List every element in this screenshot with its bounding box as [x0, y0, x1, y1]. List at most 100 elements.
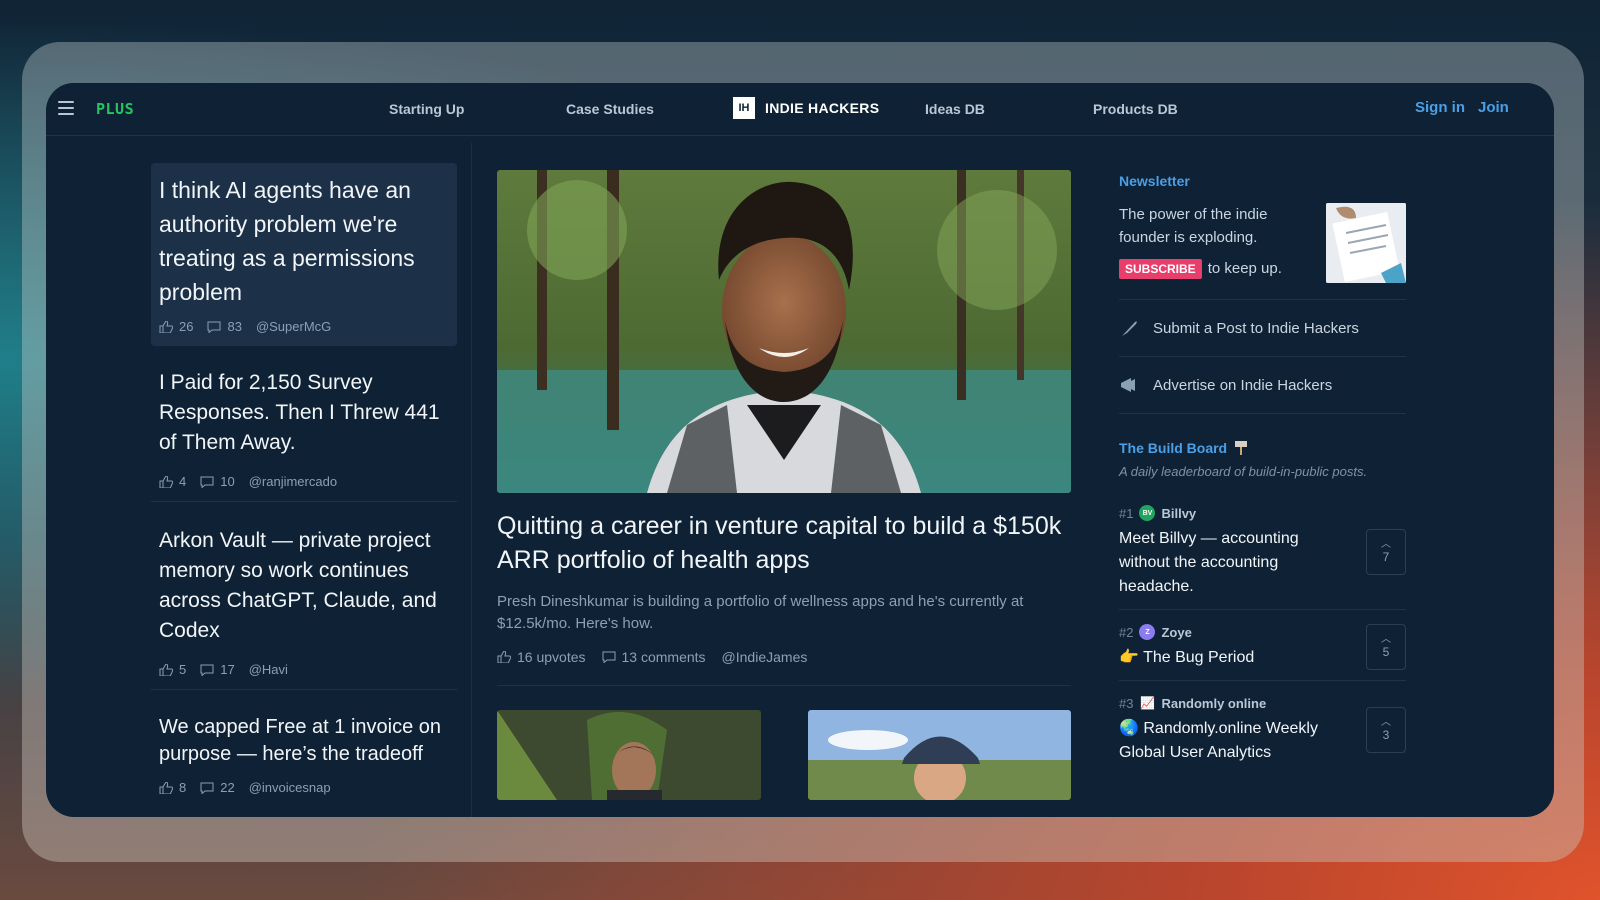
post-meta: 5 17 @Havi	[159, 662, 449, 677]
advertise-label: Advertise on Indie Hackers	[1153, 376, 1333, 394]
leaderboard-item[interactable]: #3 📈 Randomly online 🌏 Randomly.online W…	[1119, 681, 1406, 775]
story-thumbnail[interactable]	[497, 710, 761, 800]
thumbs-up-icon	[159, 475, 173, 488]
upvote-button[interactable]: ︿ 5	[1366, 624, 1406, 670]
sign-in-link[interactable]: Sign in	[1415, 99, 1465, 116]
vote-count: 3	[1382, 728, 1390, 742]
post-title[interactable]: We capped Free at 1 invoice on purpose —…	[159, 714, 449, 768]
comments[interactable]: 22	[200, 780, 235, 795]
product-name[interactable]: Randomly online	[1161, 696, 1266, 711]
likes-count: 8	[179, 780, 187, 795]
signpost-icon	[1235, 441, 1248, 455]
chevron-up-icon: ︿	[1381, 717, 1391, 728]
indie-hackers-logo[interactable]: IH INDIE HACKERS	[733, 97, 879, 119]
featured-author[interactable]: @IndieJames	[722, 649, 808, 665]
post-author[interactable]: @invoicesnap	[249, 780, 331, 795]
product-name[interactable]: Billvy	[1161, 506, 1196, 521]
story-thumbnail[interactable]	[807, 710, 1071, 800]
leaderboard-title[interactable]: Meet Billvy — accounting without the acc…	[1119, 527, 1349, 599]
post-list: I think AI agents have an authority prob…	[151, 163, 457, 807]
post-author[interactable]: @SuperMcG	[256, 319, 331, 334]
featured-title[interactable]: Quitting a career in venture capital to …	[497, 509, 1071, 577]
submit-post-label: Submit a Post to Indie Hackers	[1153, 319, 1359, 337]
leaderboard-header: #3 📈 Randomly online	[1119, 695, 1349, 711]
likes[interactable]: 26	[159, 319, 193, 334]
newsletter-image	[1326, 203, 1406, 283]
likes[interactable]: 5	[159, 662, 186, 677]
newsletter-text: The power of the indie founder is explod…	[1119, 206, 1268, 246]
menu-icon[interactable]	[58, 101, 74, 115]
comment-icon	[200, 664, 214, 676]
chevron-up-icon: ︿	[1381, 634, 1391, 645]
build-board-heading[interactable]: The Build Board	[1119, 440, 1227, 456]
avatar: BV	[1139, 505, 1156, 521]
upvotes-label: 16 upvotes	[517, 649, 586, 665]
post-meta: 8 22 @invoicesnap	[159, 780, 449, 795]
hero-image[interactable]	[497, 170, 1071, 493]
nav-case-studies[interactable]: Case Studies	[566, 101, 654, 117]
thumbs-up-icon	[159, 663, 173, 676]
comments-count: 83	[227, 319, 242, 334]
subscribe-button[interactable]: SUBSCRIBE	[1119, 258, 1202, 279]
leaderboard-title[interactable]: 🌏 Randomly.online Weekly Global User Ana…	[1119, 717, 1349, 765]
newsletter-heading[interactable]: Newsletter	[1119, 173, 1406, 189]
leaderboard-header: #1 BV Billvy	[1119, 505, 1349, 521]
avatar: 📈	[1139, 696, 1155, 710]
avatar: Z	[1139, 624, 1156, 640]
likes-count: 5	[179, 662, 187, 677]
rank: #3	[1119, 695, 1134, 711]
subscribe-suffix: to keep up.	[1207, 260, 1282, 277]
comment-icon	[207, 321, 221, 333]
likes-count: 4	[179, 474, 187, 489]
comments[interactable]: 17	[200, 662, 235, 677]
likes[interactable]: 8	[159, 780, 186, 795]
leaderboard-item[interactable]: #1 BV Billvy Meet Billvy — accounting wi…	[1119, 491, 1406, 610]
nav-ideas-db[interactable]: Ideas DB	[925, 101, 985, 117]
leaderboard-header: #2 Z Zoye	[1119, 624, 1349, 640]
list-item[interactable]: I Paid for 2,150 Survey Responses. Then …	[151, 358, 457, 502]
product-name[interactable]: Zoye	[1161, 625, 1191, 640]
top-nav: PLUS Starting Up Case Studies IH INDIE H…	[46, 83, 1554, 136]
nav-starting-up[interactable]: Starting Up	[389, 101, 464, 117]
portrait-photo	[497, 170, 1071, 493]
join-link[interactable]: Join	[1478, 99, 1509, 116]
list-item[interactable]: I think AI agents have an authority prob…	[151, 163, 457, 346]
ih-logo-icon: IH	[733, 97, 755, 119]
thumbnail-row	[497, 710, 1071, 800]
upvote-button[interactable]: ︿ 7	[1366, 529, 1406, 575]
likes-count: 26	[179, 319, 194, 334]
comment-icon	[200, 476, 214, 488]
plus-link[interactable]: PLUS	[96, 100, 134, 118]
post-title[interactable]: Arkon Vault — private project memory so …	[159, 526, 449, 646]
list-item[interactable]: We capped Free at 1 invoice on purpose —…	[151, 704, 457, 807]
chevron-up-icon: ︿	[1381, 539, 1391, 550]
post-title[interactable]: I Paid for 2,150 Survey Responses. Then …	[159, 368, 449, 458]
brand-name: INDIE HACKERS	[765, 100, 880, 116]
upvotes[interactable]: 16 upvotes	[497, 649, 586, 665]
featured-meta: 16 upvotes 13 comments @IndieJames	[497, 649, 1071, 686]
comments[interactable]: 83	[207, 319, 242, 334]
comments-count: 17	[220, 662, 235, 677]
leaderboard-title[interactable]: 👉 The Bug Period	[1119, 646, 1349, 670]
newsletter-thumbnail[interactable]	[1326, 203, 1406, 283]
comments[interactable]: 10	[200, 474, 235, 489]
advertise-link[interactable]: Advertise on Indie Hackers	[1119, 356, 1406, 413]
thumbs-up-icon	[159, 320, 173, 333]
list-item[interactable]: Arkon Vault — private project memory so …	[151, 516, 457, 690]
post-author[interactable]: @Havi	[249, 662, 288, 677]
comment-icon	[200, 782, 214, 794]
leaderboard-item[interactable]: #2 Z Zoye 👉 The Bug Period ︿ 5	[1119, 610, 1406, 681]
post-author[interactable]: @ranjimercado	[249, 474, 337, 489]
newsletter-box: The power of the indie founder is explod…	[1119, 203, 1406, 283]
upvote-button[interactable]: ︿ 3	[1366, 707, 1406, 753]
vote-count: 7	[1382, 550, 1390, 564]
post-title[interactable]: I think AI agents have an authority prob…	[159, 173, 449, 309]
submit-post-link[interactable]: Submit a Post to Indie Hackers	[1119, 299, 1406, 356]
vote-count: 5	[1382, 645, 1390, 659]
nav-products-db[interactable]: Products DB	[1093, 101, 1178, 117]
likes[interactable]: 4	[159, 474, 186, 489]
thumbnail-photo	[497, 710, 761, 800]
comments[interactable]: 13 comments	[602, 649, 706, 665]
comments-label: 13 comments	[621, 649, 706, 665]
comment-icon	[602, 651, 615, 663]
